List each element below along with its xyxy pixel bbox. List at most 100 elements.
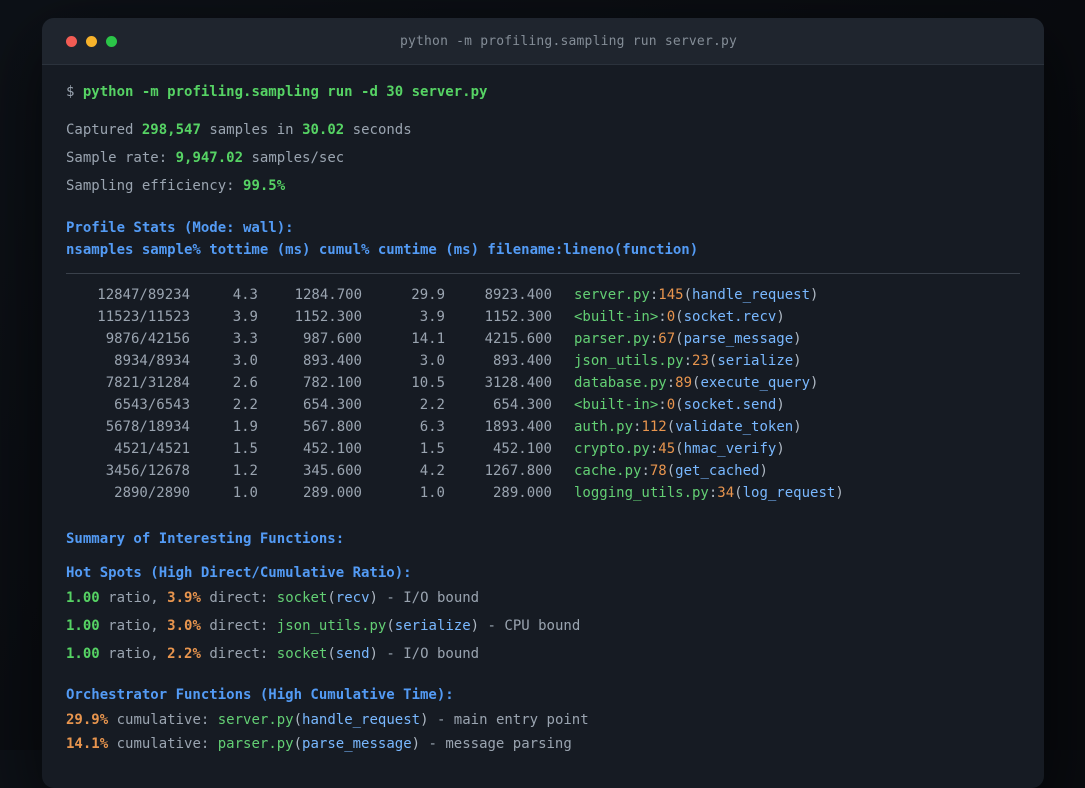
table-row: 11523/11523 3.9 1152.300 3.9 1152.300 <built-…	[66, 306, 1020, 328]
function-name: get_cached	[675, 463, 760, 479]
location-cell: logging_utils.py:34(log_request)	[574, 485, 844, 501]
tottime-cell: 893.400	[302, 353, 362, 369]
direct-pct: 3.0%	[167, 618, 201, 634]
file-name: crypto.py	[574, 441, 650, 457]
efficiency-line: Sampling efficiency: 99.5%	[66, 178, 286, 194]
close-paren: )	[793, 331, 802, 347]
nsamples-cell: 2890/2890	[114, 485, 190, 501]
function-name: socket.send	[683, 397, 777, 413]
open-paren: (	[293, 712, 303, 728]
line-number: 67	[658, 331, 676, 347]
line-number: 78	[649, 463, 667, 479]
sample-pct-cell: 3.9	[232, 309, 258, 325]
table-row: 8934/8934 3.0 893.400 3.0 893.400 json_utils.…	[66, 350, 1020, 372]
line-number: 0	[666, 397, 676, 413]
open-paren: (	[675, 309, 684, 325]
maximize-button-icon[interactable]	[106, 35, 117, 47]
tottime-cell: 654.300	[302, 397, 362, 413]
nsamples-cell: 5678/18934	[105, 419, 190, 435]
nsamples-cell: 6543/6543	[114, 397, 190, 413]
line-number: 0	[666, 309, 676, 325]
function-name: validate_token	[675, 419, 794, 435]
minimize-button-icon[interactable]	[86, 35, 97, 47]
sample-rate-value: 9,947.02	[175, 150, 244, 166]
hotspot-item: 1.00 ratio, 2.2% direct: socket(send) - …	[66, 646, 480, 662]
cumtime-cell: 452.100	[492, 441, 552, 457]
cumtime-cell: 654.300	[492, 397, 552, 413]
ratio-value: 1.00	[66, 646, 100, 662]
close-paren: )	[810, 287, 819, 303]
location-cell: server.py:145(handle_request)	[574, 287, 818, 303]
cumtime-cell: 289.000	[492, 485, 552, 501]
colon: :	[658, 397, 667, 413]
samples-count: 298,547	[141, 122, 201, 138]
file-name: auth.py	[574, 419, 634, 435]
role-note: - main entry point	[436, 712, 589, 728]
cumul-pct-cell: 29.9	[411, 287, 445, 303]
open-paren: (	[327, 646, 336, 662]
table-row: 2890/2890 1.0 289.000 1.0 289.000 logging_uti…	[66, 482, 1020, 504]
orchestrator-item: 29.9% cumulative: server.py(handle_reque…	[66, 712, 589, 728]
close-paren: )	[810, 375, 819, 391]
cumtime-cell: 1267.800	[484, 463, 552, 479]
sample-pct-cell: 1.0	[232, 485, 258, 501]
sample-rate-line: Sample rate: 9,947.02 samples/sec	[66, 150, 345, 166]
location-cell: crypto.py:45(hmac_verify)	[574, 441, 785, 457]
profile-table: 12847/89234 4.3 1284.700 29.9 8923.400 server…	[66, 284, 1020, 504]
function-name: log_request	[742, 485, 836, 501]
duration-value: 30.02	[302, 122, 345, 138]
table-row: 9876/42156 3.3 987.600 14.1 4215.600 parser.p…	[66, 328, 1020, 350]
close-button-icon[interactable]	[66, 35, 77, 47]
tottime-cell: 1152.300	[294, 309, 362, 325]
file-name: logging_utils.py	[574, 485, 709, 501]
cumtime-cell: 1893.400	[484, 419, 552, 435]
colon: :	[658, 309, 667, 325]
line-number: 89	[675, 375, 693, 391]
location-cell: cache.py:78(get_cached)	[574, 463, 768, 479]
close-paren: )	[470, 618, 480, 634]
line-number: 34	[717, 485, 735, 501]
file-name: database.py	[574, 375, 667, 391]
location-cell: <built-in>:0(socket.send)	[574, 397, 785, 413]
bound-note: - CPU bound	[487, 618, 581, 634]
sample-pct-cell: 4.3	[232, 287, 258, 303]
orchestrator-item: 14.1% cumulative: parser.py(parse_messag…	[66, 736, 572, 752]
module-name: server.py	[217, 712, 294, 728]
close-paren: )	[759, 463, 768, 479]
colon: :	[641, 463, 650, 479]
location-cell: auth.py:112(validate_token)	[574, 419, 802, 435]
function-name: hmac_verify	[683, 441, 777, 457]
sample-pct-cell: 1.5	[232, 441, 258, 457]
nsamples-cell: 7821/31284	[105, 375, 190, 391]
tottime-cell: 1284.700	[294, 287, 362, 303]
sample-pct-cell: 3.0	[232, 353, 258, 369]
tottime-cell: 452.100	[302, 441, 362, 457]
table-row: 5678/18934 1.9 567.800 6.3 1893.400 auth.py:1…	[66, 416, 1020, 438]
cumul-pct-cell: 4.2	[419, 463, 445, 479]
close-paren: )	[776, 309, 785, 325]
ratio-value: 1.00	[66, 618, 100, 634]
tottime-cell: 567.800	[302, 419, 362, 435]
line-number: 23	[692, 353, 709, 369]
prompt-line: $ python -m profiling.sampling run -d 30…	[66, 81, 1020, 103]
cumul-pct-cell: 10.5	[411, 375, 445, 391]
table-row: 7821/31284 2.6 782.100 10.5 3128.400 database…	[66, 372, 1020, 394]
cumul-pct-cell: 2.2	[419, 397, 445, 413]
prompt-symbol: $	[66, 84, 75, 100]
hotspot-item: 1.00 ratio, 3.9% direct: socket(recv) - …	[66, 590, 480, 606]
titlebar: python -m profiling.sampling run server.…	[42, 18, 1044, 65]
location-cell: database.py:89(execute_query)	[574, 375, 818, 391]
file-name: json_utils.py	[574, 353, 684, 369]
terminal-content: $ python -m profiling.sampling run -d 30…	[42, 65, 1044, 779]
cumtime-cell: 893.400	[492, 353, 552, 369]
profile-stats-heading: Profile Stats (Mode: wall):	[66, 220, 294, 236]
direct-pct: 3.9%	[167, 590, 201, 606]
sample-pct-cell: 1.9	[232, 419, 258, 435]
cumtime-cell: 3128.400	[484, 375, 552, 391]
ratio-value: 1.00	[66, 590, 100, 606]
file-name: cache.py	[574, 463, 642, 479]
table-row: 6543/6543 2.2 654.300 2.2 654.300 <built-in>:…	[66, 394, 1020, 416]
module-name: socket	[276, 590, 328, 606]
function-name: handle_request	[692, 287, 811, 303]
nsamples-cell: 3456/12678	[105, 463, 190, 479]
